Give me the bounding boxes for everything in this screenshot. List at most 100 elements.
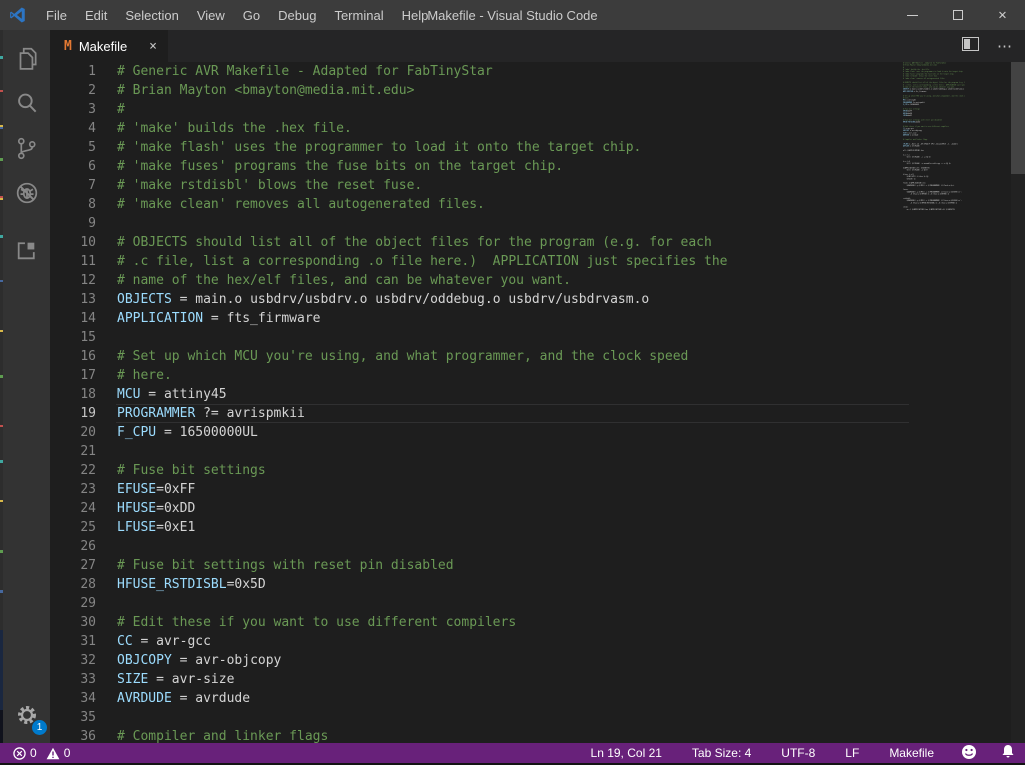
status-encoding[interactable]: UTF-8 bbox=[778, 746, 818, 760]
code-line-26[interactable]: 26 bbox=[50, 537, 1025, 556]
line-number[interactable]: 34 bbox=[50, 689, 96, 708]
line-number[interactable]: 24 bbox=[50, 499, 96, 518]
code-line-28[interactable]: 28 HFUSE_RSTDISBL=0x5D bbox=[50, 575, 1025, 594]
line-number[interactable]: 25 bbox=[50, 518, 96, 537]
code-line-7[interactable]: 7 # 'make rstdisbl' blows the reset fuse. bbox=[50, 176, 1025, 195]
minimize-icon[interactable] bbox=[890, 0, 935, 30]
code-line-33[interactable]: 33 SIZE = avr-size bbox=[50, 670, 1025, 689]
scrollbar-thumb[interactable] bbox=[1011, 62, 1025, 174]
code-line-29[interactable]: 29 bbox=[50, 594, 1025, 613]
line-number[interactable]: 26 bbox=[50, 537, 96, 556]
close-icon[interactable]: ✕ bbox=[980, 0, 1025, 30]
code-line-12[interactable]: 12 # name of the hex/elf files, and can b… bbox=[50, 271, 1025, 290]
explorer-icon[interactable] bbox=[3, 38, 50, 78]
line-number[interactable]: 35 bbox=[50, 708, 96, 727]
tab-close-icon[interactable]: × bbox=[146, 39, 160, 54]
line-number[interactable]: 19 bbox=[50, 404, 96, 423]
line-number[interactable]: 3 bbox=[50, 100, 96, 119]
feedback-smiley-icon[interactable] bbox=[961, 744, 977, 763]
line-number[interactable]: 33 bbox=[50, 670, 96, 689]
line-number[interactable]: 10 bbox=[50, 233, 96, 252]
menu-file[interactable]: File bbox=[37, 0, 76, 30]
line-number[interactable]: 7 bbox=[50, 176, 96, 195]
line-number[interactable]: 30 bbox=[50, 613, 96, 632]
menu-go[interactable]: Go bbox=[234, 0, 269, 30]
editor-pane[interactable]: 1 # Generic AVR Makefile - Adapted for Fa… bbox=[50, 62, 1025, 743]
code-line-4[interactable]: 4 # 'make' builds the .hex file. bbox=[50, 119, 1025, 138]
search-icon[interactable] bbox=[3, 83, 50, 123]
code-line-23[interactable]: 23 EFUSE=0xFF bbox=[50, 480, 1025, 499]
line-number[interactable]: 27 bbox=[50, 556, 96, 575]
source-control-icon[interactable] bbox=[3, 128, 50, 168]
problems-indicator[interactable]: 0 0 bbox=[10, 746, 73, 760]
code-line-35[interactable]: 35 bbox=[50, 708, 1025, 727]
line-number[interactable]: 22 bbox=[50, 461, 96, 480]
line-number[interactable]: 4 bbox=[50, 119, 96, 138]
code-line-32[interactable]: 32 OBJCOPY = avr-objcopy bbox=[50, 651, 1025, 670]
line-number[interactable]: 31 bbox=[50, 632, 96, 651]
more-actions-icon[interactable]: ⋯ bbox=[991, 37, 1019, 55]
status-eol-sequence[interactable]: LF bbox=[842, 746, 862, 760]
line-number[interactable]: 1 bbox=[50, 62, 96, 81]
code-line-18[interactable]: 18 MCU = attiny45 bbox=[50, 385, 1025, 404]
code-line-19[interactable]: 19 PROGRAMMER ?= avrispmkii bbox=[50, 404, 1025, 423]
menu-debug[interactable]: Debug bbox=[269, 0, 325, 30]
line-number[interactable]: 16 bbox=[50, 347, 96, 366]
code-line-22[interactable]: 22 # Fuse bit settings bbox=[50, 461, 1025, 480]
code-line-1[interactable]: 1 # Generic AVR Makefile - Adapted for Fa… bbox=[50, 62, 1025, 81]
line-number[interactable]: 23 bbox=[50, 480, 96, 499]
menu-help[interactable]: Help bbox=[393, 0, 438, 30]
code-line-30[interactable]: 30 # Edit these if you want to use differ… bbox=[50, 613, 1025, 632]
debug-icon[interactable] bbox=[3, 173, 50, 213]
line-number[interactable]: 8 bbox=[50, 195, 96, 214]
code-line-20[interactable]: 20 F_CPU = 16500000UL bbox=[50, 423, 1025, 442]
line-number[interactable]: 5 bbox=[50, 138, 96, 157]
maximize-icon[interactable] bbox=[935, 0, 980, 30]
minimap[interactable]: # Generic AVR Makefile - Adapted for Fab… bbox=[903, 62, 965, 722]
line-number[interactable]: 6 bbox=[50, 157, 96, 176]
line-number[interactable]: 28 bbox=[50, 575, 96, 594]
split-editor-icon[interactable] bbox=[962, 36, 979, 56]
tab-makefile[interactable]: M Makefile × bbox=[50, 30, 168, 62]
status-language-mode[interactable]: Makefile bbox=[886, 746, 937, 760]
line-number[interactable]: 18 bbox=[50, 385, 96, 404]
line-number[interactable]: 20 bbox=[50, 423, 96, 442]
code-line-10[interactable]: 10 # OBJECTS should list all of the objec… bbox=[50, 233, 1025, 252]
code-line-3[interactable]: 3 # bbox=[50, 100, 1025, 119]
line-number[interactable]: 36 bbox=[50, 727, 96, 743]
code-line-27[interactable]: 27 # Fuse bit settings with reset pin dis… bbox=[50, 556, 1025, 575]
status-indentation[interactable]: Tab Size: 4 bbox=[689, 746, 754, 760]
code-line-24[interactable]: 24 HFUSE=0xDD bbox=[50, 499, 1025, 518]
line-number[interactable]: 11 bbox=[50, 252, 96, 271]
line-number[interactable]: 2 bbox=[50, 81, 96, 100]
line-number[interactable]: 17 bbox=[50, 366, 96, 385]
code-line-34[interactable]: 34 AVRDUDE = avrdude bbox=[50, 689, 1025, 708]
bell-icon[interactable] bbox=[1001, 744, 1015, 762]
code-line-13[interactable]: 13 OBJECTS = main.o usbdrv/usbdrv.o usbdr… bbox=[50, 290, 1025, 309]
line-number[interactable]: 14 bbox=[50, 309, 96, 328]
line-number[interactable]: 15 bbox=[50, 328, 96, 347]
code-line-16[interactable]: 16 # Set up which MCU you're using, and w… bbox=[50, 347, 1025, 366]
code-line-14[interactable]: 14 APPLICATION = fts_firmware bbox=[50, 309, 1025, 328]
line-number[interactable]: 29 bbox=[50, 594, 96, 613]
code-line-36[interactable]: 36 # Compiler and linker flags bbox=[50, 727, 1025, 743]
menu-selection[interactable]: Selection bbox=[116, 0, 187, 30]
extensions-icon[interactable] bbox=[3, 230, 50, 270]
code-line-8[interactable]: 8 # 'make clean' removes all autogenerate… bbox=[50, 195, 1025, 214]
code-line-11[interactable]: 11 # .c file, list a corresponding .o fil… bbox=[50, 252, 1025, 271]
code-line-15[interactable]: 15 bbox=[50, 328, 1025, 347]
code-line-9[interactable]: 9 bbox=[50, 214, 1025, 233]
menu-edit[interactable]: Edit bbox=[76, 0, 116, 30]
status-cursor-position[interactable]: Ln 19, Col 21 bbox=[588, 746, 665, 760]
line-number[interactable]: 9 bbox=[50, 214, 96, 233]
menu-view[interactable]: View bbox=[188, 0, 234, 30]
code-line-2[interactable]: 2 # Brian Mayton <bmayton@media.mit.edu> bbox=[50, 81, 1025, 100]
code-line-31[interactable]: 31 CC = avr-gcc bbox=[50, 632, 1025, 651]
line-number[interactable]: 32 bbox=[50, 651, 96, 670]
code-line-5[interactable]: 5 # 'make flash' uses the programmer to l… bbox=[50, 138, 1025, 157]
line-number[interactable]: 21 bbox=[50, 442, 96, 461]
code-line-21[interactable]: 21 bbox=[50, 442, 1025, 461]
code-line-6[interactable]: 6 # 'make fuses' programs the fuse bits o… bbox=[50, 157, 1025, 176]
menu-terminal[interactable]: Terminal bbox=[325, 0, 392, 30]
code-line-25[interactable]: 25 LFUSE=0xE1 bbox=[50, 518, 1025, 537]
